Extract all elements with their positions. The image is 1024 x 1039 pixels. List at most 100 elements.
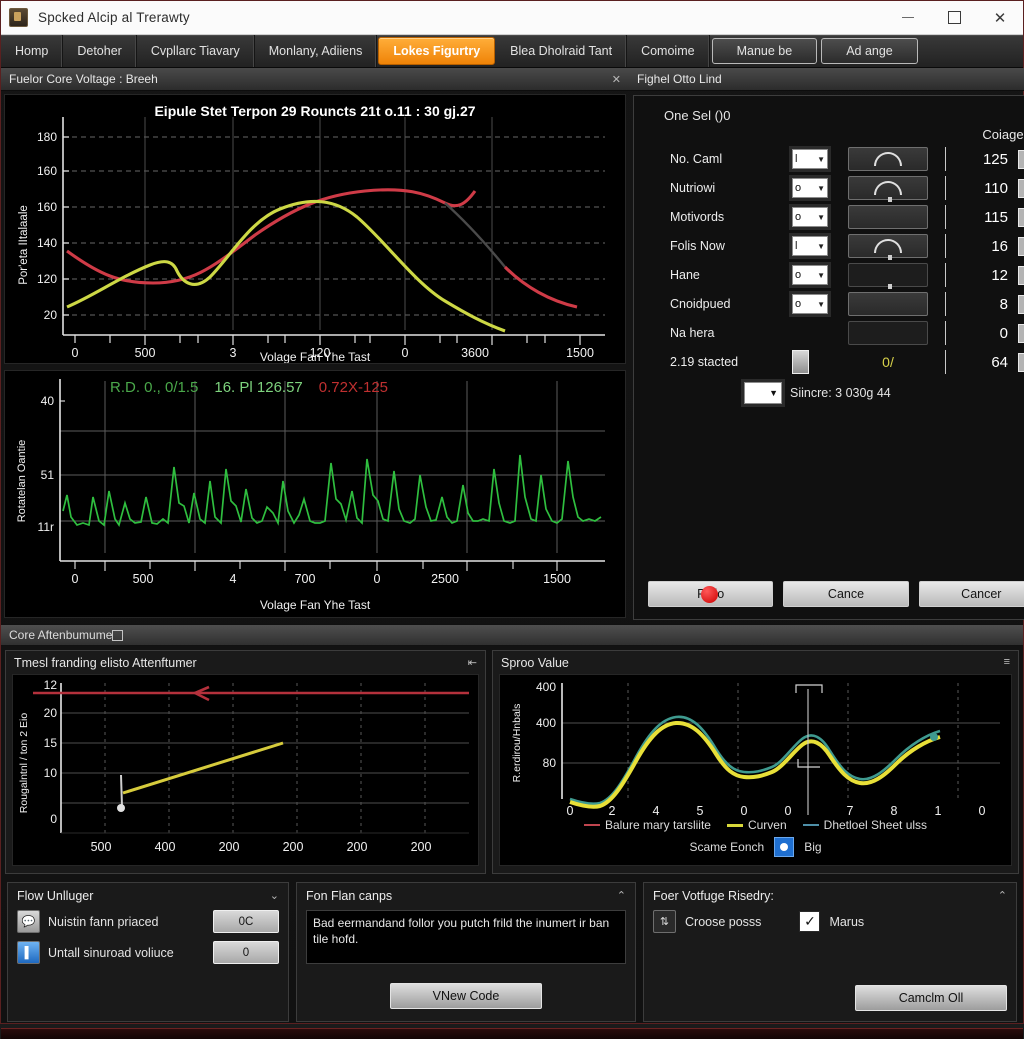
chevron-down-icon: ▼ <box>817 183 825 193</box>
log-textarea[interactable]: Bad eermandand follor you putch frild th… <box>306 910 626 964</box>
svg-text:140: 140 <box>37 236 57 250</box>
tab-monlany-adiiens[interactable]: Monlany, Adiiens <box>255 35 378 67</box>
left-panel-header: Fuelor Core Voltage : Breeh ✕ <box>1 68 629 91</box>
since-select[interactable]: ▼ <box>744 382 782 404</box>
tab-comoime[interactable]: Comoime <box>627 35 710 67</box>
svg-text:500: 500 <box>91 840 112 854</box>
app-icon <box>9 8 28 27</box>
chevron-down-icon: ▼ <box>817 270 825 280</box>
select-motivords[interactable]: o ▼ <box>792 207 828 227</box>
menu-icon[interactable]: ≡ <box>1004 656 1010 670</box>
arc-icon <box>874 181 902 195</box>
select-folis-now[interactable]: l ▼ <box>792 236 828 256</box>
chart-signal[interactable]: 40 51 11r 0 500 4 700 0 2500 1500 Rotate… <box>4 370 626 618</box>
chart-spro[interactable]: 400 400 80 024 500 781 0 R.erdirou/Hnbals … <box>499 674 1012 866</box>
legend-swatch <box>726 823 743 827</box>
application-window: Spcked Alcip al Trerawty ✕ Homp Detoher … <box>0 0 1024 1039</box>
chevron-down-icon: ▼ <box>817 299 825 309</box>
svg-text:0: 0 <box>374 572 381 586</box>
svg-text:200: 200 <box>219 840 240 854</box>
value-nuistin[interactable]: 0C <box>213 910 279 933</box>
tab-homp[interactable]: Homp <box>1 35 64 67</box>
manue-be-button[interactable]: Manue be <box>711 38 818 64</box>
maximize-button[interactable] <box>931 1 977 34</box>
updown-spinner-icon[interactable]: ⇅ <box>653 910 676 933</box>
svg-text:1500: 1500 <box>543 572 571 586</box>
row-untall-sinuroad: ▌ Untall sinuroad voliuce 0 <box>17 941 279 964</box>
foer-votfuge-header: Foer Votfuge Risedry: ⌃ <box>653 889 1007 903</box>
close-button[interactable]: ✕ <box>977 1 1023 34</box>
chevron-down-icon: ▼ <box>769 388 778 398</box>
checkbox-hane[interactable] <box>1018 265 1024 285</box>
collapse-icon[interactable]: ⌃ <box>998 889 1007 903</box>
value-na-hera: 0 <box>999 324 1008 342</box>
tab-blea-dholraid-tant[interactable]: Blea Dholraid Tant <box>496 35 628 67</box>
svg-text:0: 0 <box>72 572 79 586</box>
checkbox-stacted[interactable] <box>1018 352 1024 372</box>
camclm-oll-button[interactable]: Camclm Oll <box>855 985 1007 1011</box>
value-untall[interactable]: 0 <box>213 941 279 964</box>
collapse-icon[interactable]: ⌄ <box>270 889 279 903</box>
slider-cnoidpued[interactable] <box>848 284 928 316</box>
tab-detoher[interactable]: Detoher <box>63 35 137 67</box>
svg-text:10: 10 <box>44 766 58 780</box>
row-label-motivords: Motivords <box>670 210 725 224</box>
select-value: o <box>795 298 802 310</box>
slider-motivords[interactable] <box>848 197 928 229</box>
chart-trend[interactable]: 12 20 15 10 0 500 400 200 200 200 200 Rougalnt… <box>12 674 479 866</box>
big-label: Big <box>804 840 822 854</box>
select-cnoidpued[interactable]: o ▼ <box>792 294 828 314</box>
row-label-no-caml: No. Caml <box>670 152 723 166</box>
cance-button[interactable]: Cance <box>783 581 909 607</box>
tab-lokes-figurtry[interactable]: Lokes Figurtry <box>378 37 496 65</box>
spro-caption-bar: Sproo Value ≡ <box>493 651 1018 674</box>
svg-text:2500: 2500 <box>431 572 459 586</box>
svg-text:51: 51 <box>41 468 55 482</box>
checkbox-na-hera[interactable] <box>1018 323 1024 343</box>
checkbox-folis-now[interactable] <box>1018 236 1024 256</box>
select-no-caml[interactable]: l ▼ <box>792 149 828 169</box>
since-text: Siincre: 3 030g 44 <box>790 386 891 400</box>
checkbox-nutriowi[interactable] <box>1018 178 1024 198</box>
row-label-cnoidpued: Cnoidpued <box>670 297 731 311</box>
marus-checkbox[interactable]: ✓ <box>799 911 821 932</box>
legend-item-curven: Curven <box>726 818 787 832</box>
row-label-folis-now: Folis Now <box>670 239 725 253</box>
vnew-code-button[interactable]: VNew Code <box>390 983 542 1009</box>
chart-main[interactable]: Eipule Stet Terpon 29 Rouncts 21t o.11 :… <box>4 94 626 364</box>
left-column: Fuelor Core Voltage : Breeh ✕ Eipule Ste… <box>1 68 629 624</box>
menu-icon[interactable]: ⇤ <box>468 656 477 670</box>
svg-text:180: 180 <box>37 130 57 144</box>
checkbox-cnoidpued[interactable] <box>1018 294 1024 314</box>
legend-label: Dhetloel Sheet ulss <box>823 818 928 832</box>
select-nutriowi[interactable]: o ▼ <box>792 178 828 198</box>
ad-ange-button[interactable]: Ad ange <box>821 38 918 64</box>
chart-main-title: Eipule Stet Terpon 29 Rouncts 21t o.11 :… <box>154 103 476 119</box>
minimize-button[interactable] <box>885 1 931 34</box>
stepper-handle[interactable] <box>792 350 809 374</box>
big-radio-button[interactable] <box>774 837 795 857</box>
divider <box>944 350 946 374</box>
close-icon[interactable]: ✕ <box>612 73 621 86</box>
slider-na-hera[interactable] <box>848 321 928 345</box>
checkbox-no-caml[interactable] <box>1018 149 1024 169</box>
select-hane[interactable]: o ▼ <box>792 265 828 285</box>
fiplo-button[interactable]: Fiplo <box>648 581 774 607</box>
collapse-icon[interactable]: ⌃ <box>617 889 626 903</box>
svg-text:160: 160 <box>37 200 57 214</box>
right-column: Fighel Otto Lind One Sel ()0 Coiage No. … <box>629 68 1024 624</box>
checkbox-motivords[interactable] <box>1018 207 1024 227</box>
divider <box>944 234 946 258</box>
marus-row: ✓ Marus <box>799 911 864 932</box>
restore-icon[interactable] <box>112 629 124 641</box>
tab-cvpllarc-tiavary[interactable]: Cvpllarc Tiavary <box>137 35 255 67</box>
fon-flan-canps-panel: Fon Flan canps ⌃ Bad eermandand follor y… <box>296 882 636 1022</box>
legend-swatch <box>802 824 819 826</box>
legend-item-dhetloel: Dhetloel Sheet ulss <box>802 818 928 832</box>
dial-no-caml[interactable] <box>848 147 928 171</box>
maximize-icon <box>947 11 961 24</box>
legend-item-balure: Balure mary tarsliite <box>583 818 711 832</box>
title-bar: Spcked Alcip al Trerawty ✕ <box>1 1 1023 35</box>
select-value: o <box>795 211 802 223</box>
cancer-button[interactable]: Cancer <box>918 581 1024 607</box>
